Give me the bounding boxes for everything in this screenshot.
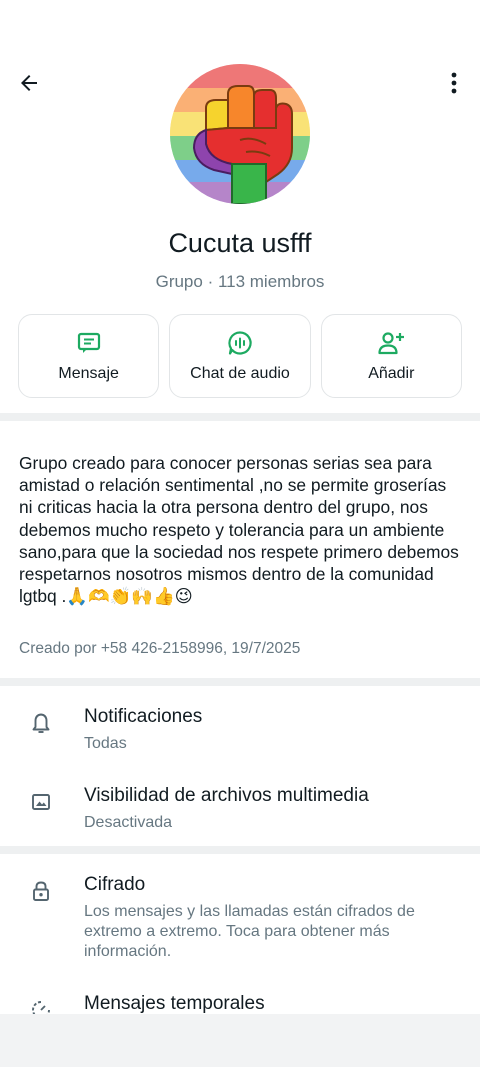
lock-icon <box>33 881 49 901</box>
notifications-value: Todas <box>84 735 127 752</box>
bottom-bar <box>0 1014 480 1067</box>
rainbow-fist-icon <box>170 64 310 204</box>
message-button-label: Mensaje <box>58 365 119 382</box>
bell-icon <box>32 713 50 733</box>
group-created-info: Creado por +58 426-2158996, 19/7/2025 <box>19 640 301 657</box>
media-visibility-title: Visibilidad de archivos multimedia <box>84 785 369 806</box>
section-divider <box>0 413 480 421</box>
notifications-setting[interactable]: Notificaciones Todas <box>0 706 480 766</box>
disappearing-messages-title: Mensajes temporales <box>84 993 265 1014</box>
back-button[interactable] <box>14 68 44 98</box>
more-options-button[interactable] <box>440 68 468 98</box>
group-description[interactable]: Grupo creado para conocer personas seria… <box>19 452 464 607</box>
encryption-description: Los mensajes y las llamadas están cifrad… <box>84 903 415 960</box>
encryption-setting[interactable]: Cifrado Los mensajes y las llamadas está… <box>0 874 480 974</box>
image-icon <box>32 794 50 810</box>
message-icon <box>77 332 100 353</box>
group-meta: Grupo · 113 miembros <box>155 272 325 291</box>
top-bar <box>0 0 480 204</box>
arrow-left-icon <box>21 75 37 91</box>
quick-actions: Mensaje Chat de audio Añadir <box>18 314 462 398</box>
encryption-title: Cifrado <box>84 874 146 895</box>
media-visibility-value: Desactivada <box>84 814 173 831</box>
media-visibility-setting[interactable]: Visibilidad de archivos multimedia Desac… <box>0 785 480 845</box>
add-member-button-label: Añadir <box>368 365 415 382</box>
audio-chat-button[interactable]: Chat de audio <box>169 314 311 398</box>
audio-chat-button-label: Chat de audio <box>190 365 290 382</box>
message-button[interactable]: Mensaje <box>18 314 160 398</box>
section-divider <box>0 846 480 854</box>
section-divider <box>0 678 480 686</box>
group-name[interactable]: Cucuta usfff <box>0 228 480 259</box>
more-vertical-icon <box>451 72 457 94</box>
add-member-button[interactable]: Añadir <box>320 314 462 398</box>
add-person-icon <box>378 332 405 355</box>
audio-chat-icon <box>228 331 252 355</box>
notifications-title: Notificaciones <box>84 706 203 727</box>
group-avatar[interactable] <box>170 64 310 204</box>
